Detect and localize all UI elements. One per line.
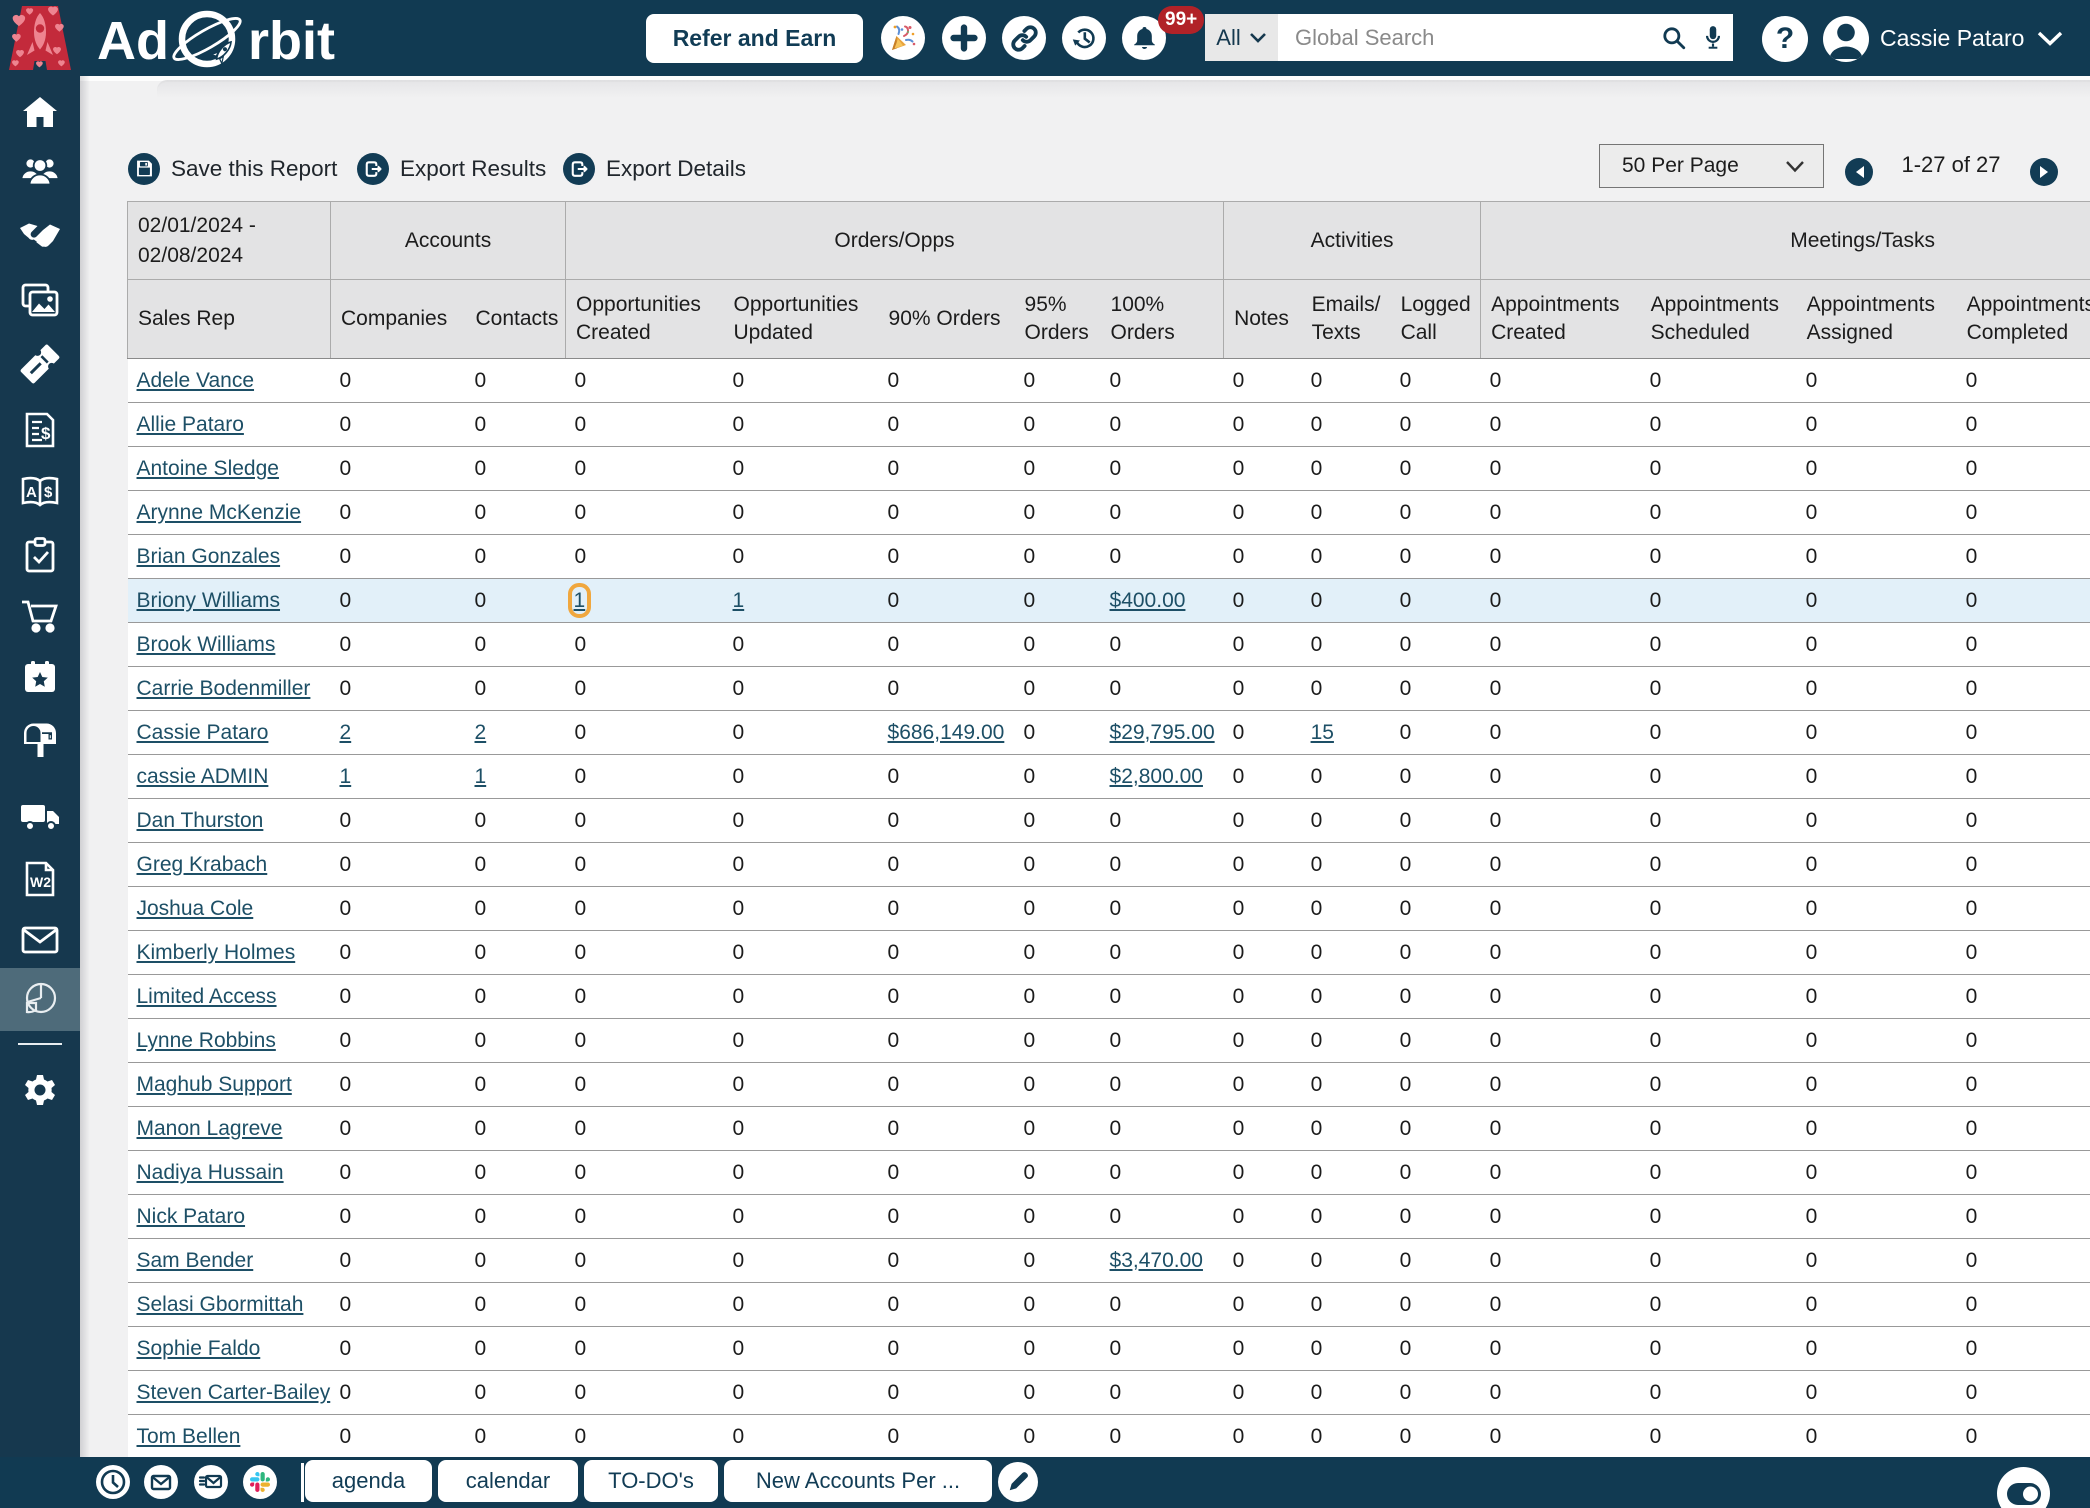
svg-text:rbit: rbit: [248, 11, 335, 70]
svg-text:A: A: [26, 484, 37, 501]
svg-text:W2: W2: [30, 874, 51, 890]
svg-text:Ad: Ad: [97, 11, 169, 70]
svg-text:$: $: [44, 484, 53, 501]
svg-text:$: $: [41, 424, 51, 443]
